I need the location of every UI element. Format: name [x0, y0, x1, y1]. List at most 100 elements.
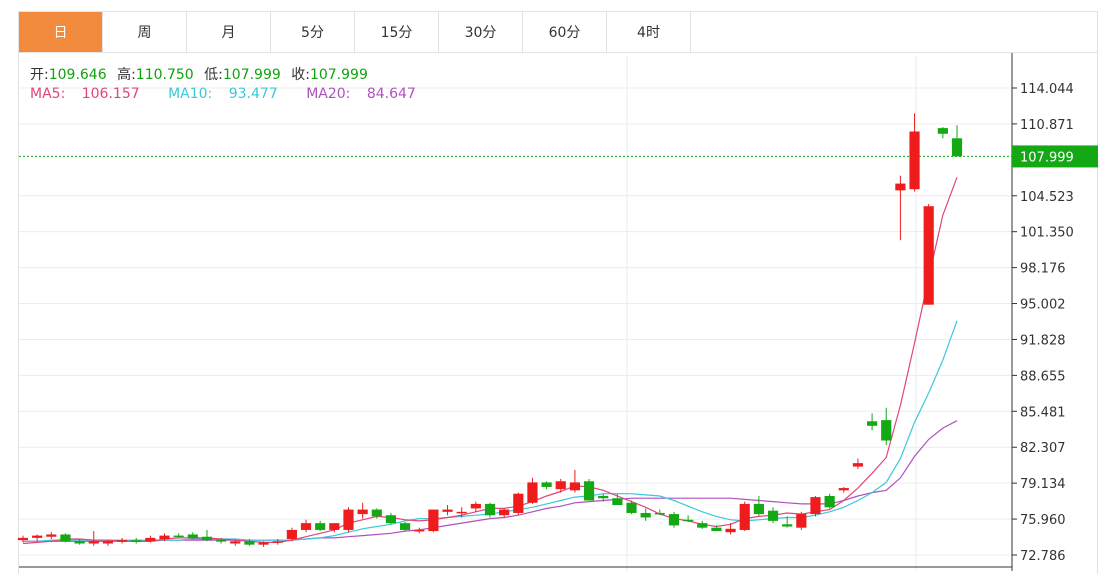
- candle-body: [46, 534, 57, 537]
- candle-body: [145, 537, 156, 542]
- candle-body: [640, 512, 651, 518]
- candle-body: [881, 420, 892, 441]
- candle-body: [739, 503, 750, 530]
- high-label: 高:: [117, 67, 136, 83]
- candle-body: [244, 541, 255, 545]
- candle-body: [414, 529, 425, 532]
- candle-body: [725, 528, 736, 533]
- y-tick-label: 104.523: [1020, 190, 1074, 205]
- ma10-readout: MA10: 93.477: [168, 86, 290, 102]
- candle-body: [32, 535, 43, 538]
- ohlc-readout: 开:109.646 高:110.750 低:107.999 收:107.999: [30, 64, 374, 84]
- candle-body: [499, 509, 510, 516]
- candle-body: [173, 535, 184, 538]
- y-tick-label: 88.655: [1020, 369, 1066, 384]
- candle-body: [385, 515, 397, 524]
- candle-body: [767, 510, 779, 521]
- low-value: 107.999: [222, 67, 281, 83]
- candle-body: [17, 537, 29, 541]
- candle-body: [626, 502, 637, 513]
- candle-body: [541, 482, 552, 487]
- close-value: 107.999: [309, 67, 368, 83]
- close-label: 收:: [291, 67, 310, 83]
- candle-body: [711, 527, 722, 532]
- candle-body: [286, 529, 297, 539]
- candle-body: [753, 503, 764, 515]
- y-tick-label: 72.786: [1020, 549, 1066, 564]
- candle-body: [852, 463, 864, 467]
- candle-body: [399, 523, 411, 530]
- ma20-readout: MA20: 84.647: [306, 86, 428, 102]
- candle-body: [796, 514, 807, 528]
- y-tick-label: 79.134: [1020, 477, 1066, 492]
- candle-body: [357, 509, 368, 515]
- candle-body: [456, 511, 467, 514]
- candle-body: [697, 523, 708, 528]
- candle-body: [866, 421, 878, 426]
- ma5-label: MA5:: [30, 86, 66, 102]
- candle-body: [895, 183, 906, 191]
- ma20-value: 84.647: [366, 86, 416, 102]
- candle-body: [951, 138, 963, 157]
- candle-body: [60, 534, 71, 542]
- candle-body: [201, 536, 213, 541]
- candle-body: [824, 495, 835, 508]
- candle-body: [612, 498, 623, 506]
- candle-body: [216, 540, 227, 542]
- ma-readout: MA5: 106.157 MA10: 93.477 MA20: 84.647: [30, 86, 440, 102]
- candle-body: [300, 523, 312, 530]
- candle-body: [923, 206, 934, 305]
- candle-body: [258, 542, 269, 545]
- candle-body: [88, 541, 99, 544]
- candle-body: [131, 540, 142, 542]
- y-tick-label: 75.960: [1020, 513, 1066, 528]
- candle-body: [583, 481, 595, 501]
- candle-body: [159, 535, 170, 539]
- candle-body: [315, 523, 326, 530]
- candle-body: [102, 541, 114, 544]
- y-tick-label: 110.871: [1020, 118, 1074, 133]
- candle-body: [187, 534, 198, 538]
- candle-body: [909, 131, 920, 190]
- candle-body: [329, 523, 340, 530]
- y-tick-label: 98.176: [1020, 262, 1066, 277]
- open-value: 109.646: [48, 67, 107, 83]
- open-label: 开:: [30, 67, 49, 83]
- candle-body: [937, 128, 948, 134]
- candle-body: [343, 509, 354, 530]
- y-tick-label: 114.044: [1020, 82, 1074, 97]
- y-tick-label: 95.002: [1020, 298, 1066, 313]
- ma5-readout: MA5: 106.157: [30, 86, 152, 102]
- ma5-value: 106.157: [81, 86, 140, 102]
- candle-body: [598, 495, 609, 499]
- candle-body: [74, 541, 85, 544]
- high-value: 110.750: [135, 67, 194, 83]
- y-tick-label: 85.481: [1020, 405, 1066, 420]
- ma10-label: MA10:: [168, 86, 213, 102]
- candle-body: [668, 514, 680, 526]
- ma10-value: 93.477: [228, 86, 278, 102]
- candle-body: [116, 540, 128, 542]
- candle-body: [782, 524, 793, 527]
- ma20-line: [23, 420, 958, 542]
- candle-body: [527, 482, 538, 503]
- candle-body: [428, 509, 439, 532]
- candle-body: [683, 519, 694, 522]
- candle-body: [838, 488, 849, 491]
- candle-body: [371, 509, 382, 517]
- last-price-label: 107.999: [1020, 150, 1074, 165]
- candle-body: [654, 512, 665, 515]
- candle-body: [272, 541, 283, 543]
- candle-body: [484, 503, 496, 516]
- candle-body: [569, 482, 581, 491]
- candle-body: [230, 541, 241, 544]
- ma20-label: MA20:: [306, 86, 351, 102]
- candle-body: [555, 481, 566, 490]
- low-label: 低:: [204, 67, 223, 83]
- candle-body: [513, 493, 524, 513]
- candle-body: [810, 497, 821, 515]
- candle-body: [470, 503, 481, 509]
- y-tick-label: 91.828: [1020, 333, 1066, 348]
- y-tick-label: 101.350: [1020, 226, 1074, 241]
- candle-body: [442, 509, 453, 512]
